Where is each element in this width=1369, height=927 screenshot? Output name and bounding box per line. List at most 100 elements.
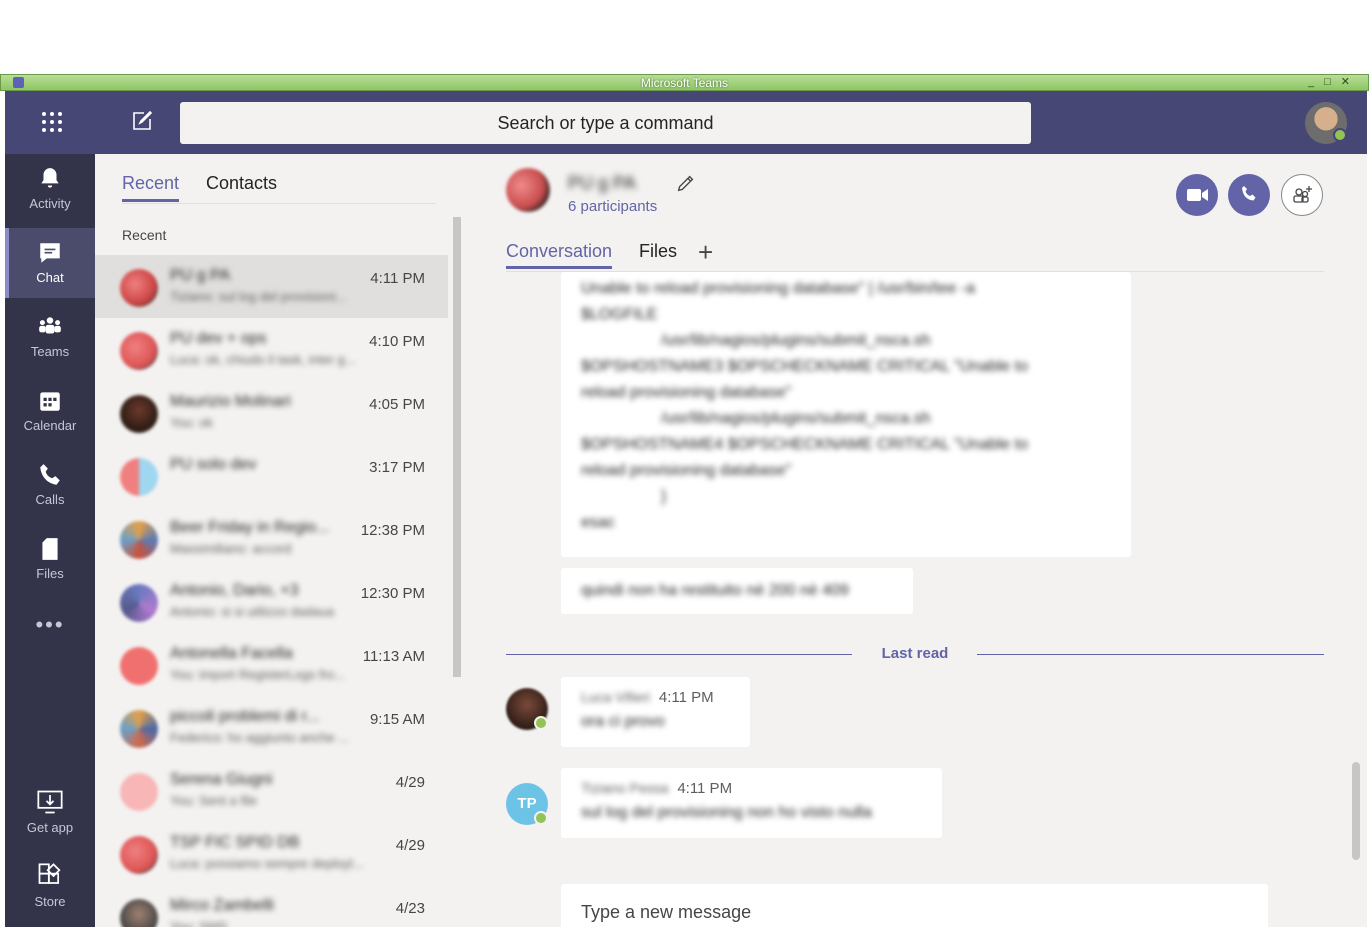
avatar [120,332,158,370]
chat-list-item[interactable]: PU solo dev 3:17 PM [95,444,448,507]
chat-name: Antonio, Dario, +3 [170,582,299,599]
calendar-icon [40,392,60,411]
chat-name: Maurizio Molinari [170,393,291,410]
more-apps-icon[interactable]: ••• [5,612,95,638]
rail-item-store[interactable]: Store [5,850,95,920]
code-line: $OPSHOSTNAME4 $OPSCHECKNAME CRITICAL "Un… [581,436,1028,453]
maximize-button[interactable]: □ [1324,76,1341,88]
chat-list-item[interactable]: PU g PA Tiziano: sul log del provisioni.… [95,255,448,318]
tab-recent[interactable]: Recent [122,173,180,202]
chat-list-item[interactable]: Mirco Zambelli You: SMS 4/23 [95,885,448,927]
scrollbar-thumb[interactable] [453,217,461,677]
conversation-scrollbar[interactable] [1352,762,1360,860]
chat-list-item[interactable]: piccoli problemi di r... Federico: ho ag… [95,696,448,759]
add-tab-icon[interactable]: + [698,237,713,268]
chat-name: Antonella Facella [170,645,293,662]
message-bubble: quindi non ha restituito nè 200 nè 409 [561,568,913,614]
rail-item-activity[interactable]: Activity [5,154,95,224]
chat-preview: Luca: possiamo sempre deployl... [170,856,364,871]
chat-preview: You: Sent a file [170,793,257,808]
add-people-icon [1293,186,1312,203]
chat-list-item[interactable]: Beer Friday in Regio... Massimiliano: ac… [95,507,448,570]
store-icon [38,863,61,884]
code-line: esac [581,514,615,531]
rail-label: Files [36,566,64,581]
rail-item-teams[interactable]: Teams [5,302,95,372]
chat-list-item[interactable]: Maurizio Molinari You: ok 4:05 PM [95,381,448,444]
message-sender: Luca Vifieri [581,689,651,705]
rail-item-calls[interactable]: Calls [5,450,95,520]
code-line: reload provisioning database" [581,384,792,401]
code-line: Unable to reload provisioning database" … [581,280,976,297]
compose-icon[interactable] [130,109,154,133]
message-composer[interactable] [561,884,1268,927]
avatar [120,521,158,559]
chat-time: 12:30 PM [360,585,425,602]
chat-time: 4:10 PM [369,333,425,350]
chat-list-pane: Recent Contacts Recent PU g PA Tiziano: … [95,154,463,927]
code-line: reload provisioning database" [581,462,792,479]
rail-label: Store [34,894,66,909]
rail-label: Chat [36,270,64,285]
chat-preview: Tiziano: sul log del provisioni... [170,289,347,304]
phone-icon [40,464,60,485]
search-input[interactable]: Search or type a command [180,102,1031,144]
message-input[interactable] [581,897,1241,927]
code-line: /usr/lib/nagios/plugins/submit_nsca.sh [661,332,931,349]
code-line: $OPSHOSTNAME3 $OPSCHECKNAME CRITICAL "Un… [581,358,1028,375]
message-sender: Tiziano Pessa [581,780,669,796]
tab-conversation[interactable]: Conversation [506,241,613,269]
chat-name: PU dev + ops [170,330,267,347]
window-titlebar[interactable]: Microsoft Teams _□✕ [0,74,1369,91]
rail-item-get-app[interactable]: Get app [5,776,95,846]
close-button[interactable]: ✕ [1341,76,1360,88]
rail-item-calendar[interactable]: Calendar [5,376,95,446]
avatar [120,458,158,496]
tab-files[interactable]: Files [639,241,677,266]
group-name: PU g PA [568,173,636,193]
chat-list-item[interactable]: PU dev + ops Luca: ok, chiudo il task, i… [95,318,448,381]
presence-available-icon [534,716,548,730]
add-people-button[interactable] [1281,174,1323,216]
avatar [120,584,158,622]
rail-item-files[interactable]: Files [5,524,95,594]
teams-window: Search or type a command Activity Chat T… [5,91,1367,927]
chat-list-item[interactable]: Serena Giugni You: Sent a file 4/29 [95,759,448,822]
chat-preview: Luca: ok, chiudo il task, inter g... [170,352,356,367]
rail-label: Get app [26,820,74,835]
code-line: $LOGFILE [581,306,658,323]
chat-list-item[interactable]: Antonio, Dario, +3 Antonio: si si utiliz… [95,570,448,633]
rail-item-chat[interactable]: Chat [5,228,95,298]
chat-time: 4:05 PM [369,396,425,413]
section-label: Recent [122,227,167,243]
tab-contacts[interactable]: Contacts [206,173,277,199]
participants-link[interactable]: 6 participants [568,198,657,215]
code-message-bubble: Unable to reload provisioning database" … [561,272,1131,557]
window-controls[interactable]: _□✕ [1308,75,1360,88]
avatar [120,710,158,748]
chat-list: PU g PA Tiziano: sul log del provisioni.… [95,255,448,927]
minimize-button[interactable]: _ [1308,76,1324,88]
audio-call-button[interactable] [1228,174,1270,216]
message-time: 4:11 PM [658,689,714,706]
video-call-button[interactable] [1176,174,1218,216]
pencil-icon[interactable] [675,172,697,194]
avatar [120,395,158,433]
chat-preview: You: SMS [170,919,228,927]
chat-name: piccoli problemi di r... [170,708,320,725]
file-icon [42,538,58,560]
conversation-pane: PU g PA 6 participants Conversation File… [463,154,1367,927]
divider [122,203,436,204]
message-text: quindi non ha restituito nè 200 nè 409 [581,582,849,599]
chat-name: PU g PA [170,267,231,284]
chat-time: 3:17 PM [369,459,425,476]
chat-time: 4/23 [395,900,425,917]
chat-time: 11:13 AM [362,648,425,665]
waffle-icon[interactable] [40,110,64,134]
chat-list-scrollbar[interactable] [451,207,463,927]
video-camera-icon [1187,189,1208,201]
chat-time: 4/29 [395,837,425,854]
top-header: Search or type a command [5,91,1367,154]
chat-list-item[interactable]: TSP FIC SPID DB Luca: possiamo sempre de… [95,822,448,885]
chat-list-item[interactable]: Antonella Facella You: import RegisterLo… [95,633,448,696]
